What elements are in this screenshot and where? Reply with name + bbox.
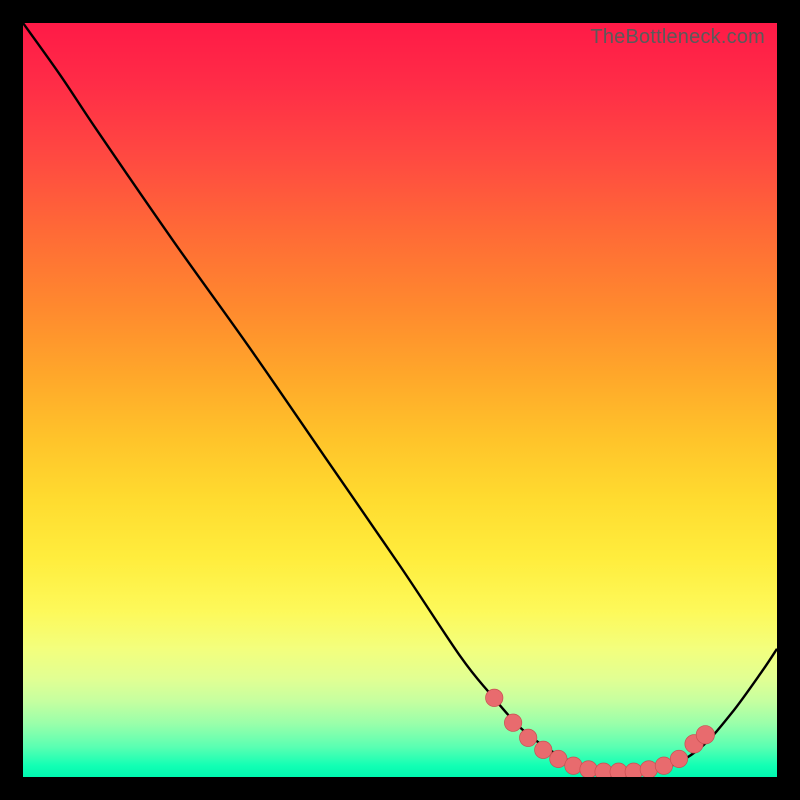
marker-dot (670, 750, 687, 767)
marker-dot (486, 689, 503, 706)
marker-dot (519, 729, 536, 746)
chart-svg (23, 23, 777, 777)
marker-dot (535, 741, 552, 758)
chart-stage: TheBottleneck.com (0, 0, 800, 800)
marker-dot (610, 763, 627, 777)
plot-area: TheBottleneck.com (23, 23, 777, 777)
marker-dot (640, 761, 657, 777)
marker-dot (580, 761, 597, 777)
marker-dot (565, 757, 582, 774)
watermark-label: TheBottleneck.com (590, 26, 765, 49)
marker-dot (595, 763, 612, 777)
curve-path (23, 23, 777, 772)
marker-dot (504, 714, 521, 731)
marker-dot (696, 726, 714, 744)
marker-group (486, 689, 715, 777)
